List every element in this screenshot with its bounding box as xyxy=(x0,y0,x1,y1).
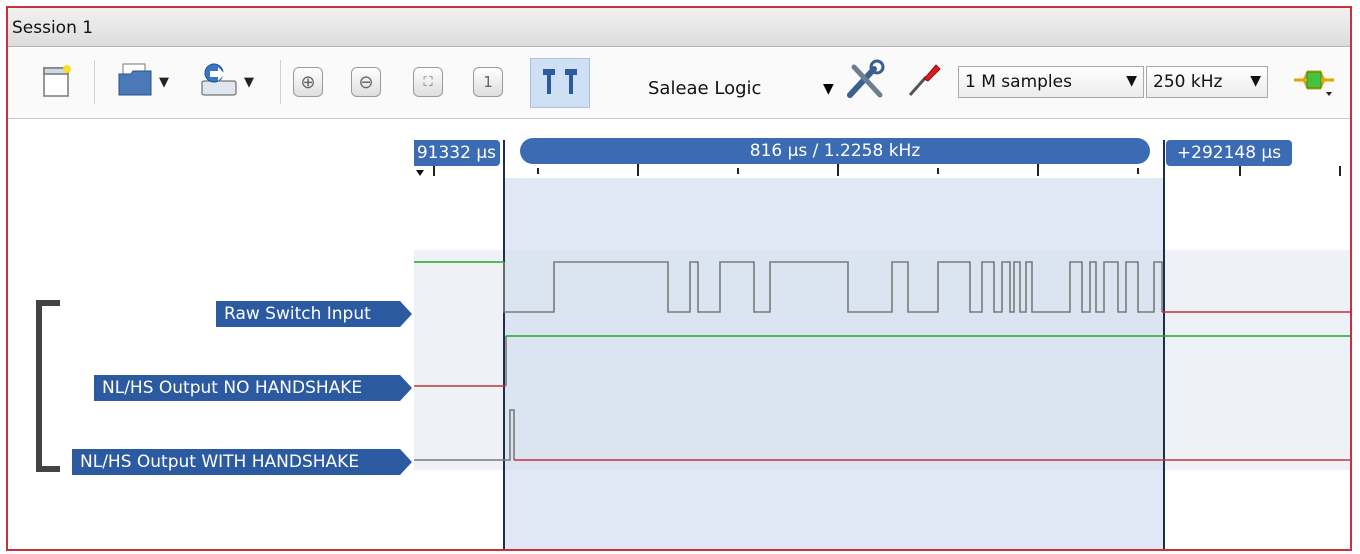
chevron-down-icon[interactable]: ▼ xyxy=(244,75,254,90)
tools-icon xyxy=(844,59,888,105)
channel-group-bracket xyxy=(36,300,60,472)
toolbar: ▼ ▼ ⊕ ⊖ ⛶ 1 Saleae Logic ▼ 1 M samples ▼ xyxy=(8,48,1350,119)
channel-label-raw-switch[interactable]: Raw Switch Input xyxy=(216,301,412,327)
waveform-view[interactable]: 91332 µs 816 µs / 1.2258 kHz +292148 µs xyxy=(414,120,1350,549)
measurement-label: 816 µs / 1.2258 kHz xyxy=(749,141,921,161)
cursor-markers-button[interactable] xyxy=(530,58,590,108)
zoom-one-button[interactable]: 1 xyxy=(472,62,504,102)
toolbar-separator xyxy=(280,60,281,104)
samples-value: 1 M samples xyxy=(965,72,1072,92)
cursor-markers-icon xyxy=(538,66,582,100)
fit-icon: ⛶ xyxy=(413,67,443,97)
toolbar-separator xyxy=(94,60,95,104)
zoom-in-icon: ⊕ xyxy=(293,67,323,97)
samples-select[interactable]: 1 M samples ▼ xyxy=(958,66,1144,98)
open-folder-icon xyxy=(117,62,155,102)
channel-icon xyxy=(1292,62,1336,102)
channel-labels-pane: Raw Switch Input NL/HS Output NO HANDSHA… xyxy=(8,120,415,549)
tab-bar: Session 1 xyxy=(8,8,1350,47)
zoom-one-icon: 1 xyxy=(473,67,503,97)
channel-label-with-handshake[interactable]: NL/HS Output WITH HANDSHAKE xyxy=(72,449,412,475)
selection-region xyxy=(504,178,1164,549)
time-marker-right[interactable]: +292148 µs xyxy=(1166,140,1292,166)
probe-icon xyxy=(906,61,942,103)
chevron-down-icon[interactable]: ▼ xyxy=(823,81,834,97)
zoom-out-button[interactable]: ⊖ xyxy=(350,62,382,102)
chevron-down-icon: ▼ xyxy=(1250,73,1261,89)
device-name[interactable]: Saleae Logic xyxy=(648,78,761,99)
tools-button[interactable] xyxy=(842,59,890,105)
zoom-out-icon: ⊖ xyxy=(351,67,381,97)
chevron-down-icon: ▼ xyxy=(1126,73,1137,89)
measurement-pill[interactable]: 816 µs / 1.2258 kHz xyxy=(520,138,1150,164)
chevron-down-icon[interactable]: ▼ xyxy=(159,75,169,90)
channel-label-no-handshake[interactable]: NL/HS Output NO HANDSHAKE xyxy=(94,375,412,401)
channel-name: NL/HS Output NO HANDSHAKE xyxy=(102,378,363,398)
time-marker-right-label: +292148 µs xyxy=(1176,143,1282,163)
zoom-in-button[interactable]: ⊕ xyxy=(292,62,324,102)
time-marker-left-label: 91332 µs xyxy=(416,143,496,163)
fit-view-button[interactable]: ⛶ xyxy=(412,62,444,102)
save-button[interactable]: ▼ xyxy=(186,62,266,102)
open-button[interactable]: ▼ xyxy=(108,62,178,102)
new-session-icon[interactable] xyxy=(40,62,74,102)
channel-name: NL/HS Output WITH HANDSHAKE xyxy=(80,452,360,472)
rate-value: 250 kHz xyxy=(1153,72,1223,92)
channel-name: Raw Switch Input xyxy=(224,304,371,324)
channel-options-button[interactable] xyxy=(1290,62,1338,102)
save-icon xyxy=(198,61,240,103)
waveform-svg xyxy=(414,140,1350,549)
time-marker-left[interactable]: 91332 µs xyxy=(414,140,500,166)
rate-select[interactable]: 250 kHz ▼ xyxy=(1146,66,1268,98)
probe-button[interactable] xyxy=(904,62,944,102)
session-window: Session 1 ▼ ▼ ⊕ ⊖ ⛶ 1 Saleae Logic ▼ 1 M… xyxy=(6,6,1352,551)
trigger-marker-icon xyxy=(416,170,424,176)
tab-session[interactable]: Session 1 xyxy=(12,18,93,38)
